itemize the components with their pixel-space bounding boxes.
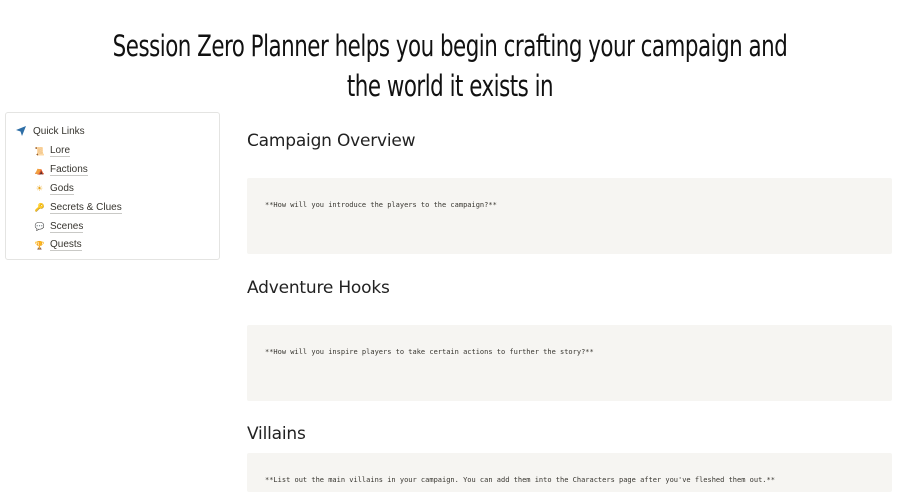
quick-link-gods[interactable]: ☀ Gods [15, 180, 219, 199]
quick-links-title: Quick Links [33, 125, 85, 137]
quick-links-header: Quick Links [15, 123, 219, 139]
banner-line-2: the world it exists in [346, 69, 554, 103]
quick-link-label[interactable]: Scenes [50, 221, 84, 233]
quick-link-scenes[interactable]: 💬 Scenes [15, 217, 219, 236]
code-block-adventure-hooks[interactable]: **How will you inspire players to take c… [247, 325, 892, 401]
page-banner: Session Zero Planner helps you begin cra… [0, 26, 900, 106]
navigation-arrow-icon [16, 126, 26, 136]
quick-link-secrets-clues[interactable]: 🔑 Secrets & Clues [15, 198, 219, 217]
section-title-villains: Villains [247, 424, 306, 444]
quick-link-lore[interactable]: 📜 Lore [15, 142, 219, 161]
code-block-campaign-overview[interactable]: **How will you introduce the players to … [247, 178, 892, 254]
quick-link-label[interactable]: Lore [50, 145, 71, 158]
banner-line-1: Session Zero Planner helps you begin cra… [112, 29, 788, 63]
scroll-icon: 📜 [34, 146, 45, 156]
quick-links-list: 📜 Lore ⛺ Factions ☀ Gods 🔑 Secrets & Clu… [15, 142, 219, 255]
quick-link-label[interactable]: Secrets & Clues [50, 202, 122, 214]
code-block-text: **How will you introduce the players to … [265, 201, 497, 209]
quick-link-quests[interactable]: 🏆 Quests [15, 236, 219, 255]
code-block-text: **List out the main villains in your cam… [265, 476, 775, 484]
quick-link-label[interactable]: Factions [50, 164, 88, 177]
speech-bubble-icon: 💬 [34, 222, 45, 232]
key-icon: 🔑 [34, 203, 45, 213]
sun-icon: ☀ [35, 184, 44, 194]
section-title-campaign-overview: Campaign Overview [247, 131, 416, 151]
quick-link-label[interactable]: Quests [50, 239, 82, 252]
quick-link-label[interactable]: Gods [50, 183, 74, 195]
quick-link-factions[interactable]: ⛺ Factions [15, 161, 219, 180]
trophy-icon: 🏆 [34, 240, 45, 250]
tent-icon: ⛺ [34, 165, 45, 175]
section-title-adventure-hooks: Adventure Hooks [247, 278, 390, 298]
code-block-villains[interactable]: **List out the main villains in your cam… [247, 453, 892, 492]
code-block-text: **How will you inspire players to take c… [265, 348, 594, 356]
quick-links-panel: Quick Links 📜 Lore ⛺ Factions ☀ Gods 🔑 S… [5, 112, 220, 260]
